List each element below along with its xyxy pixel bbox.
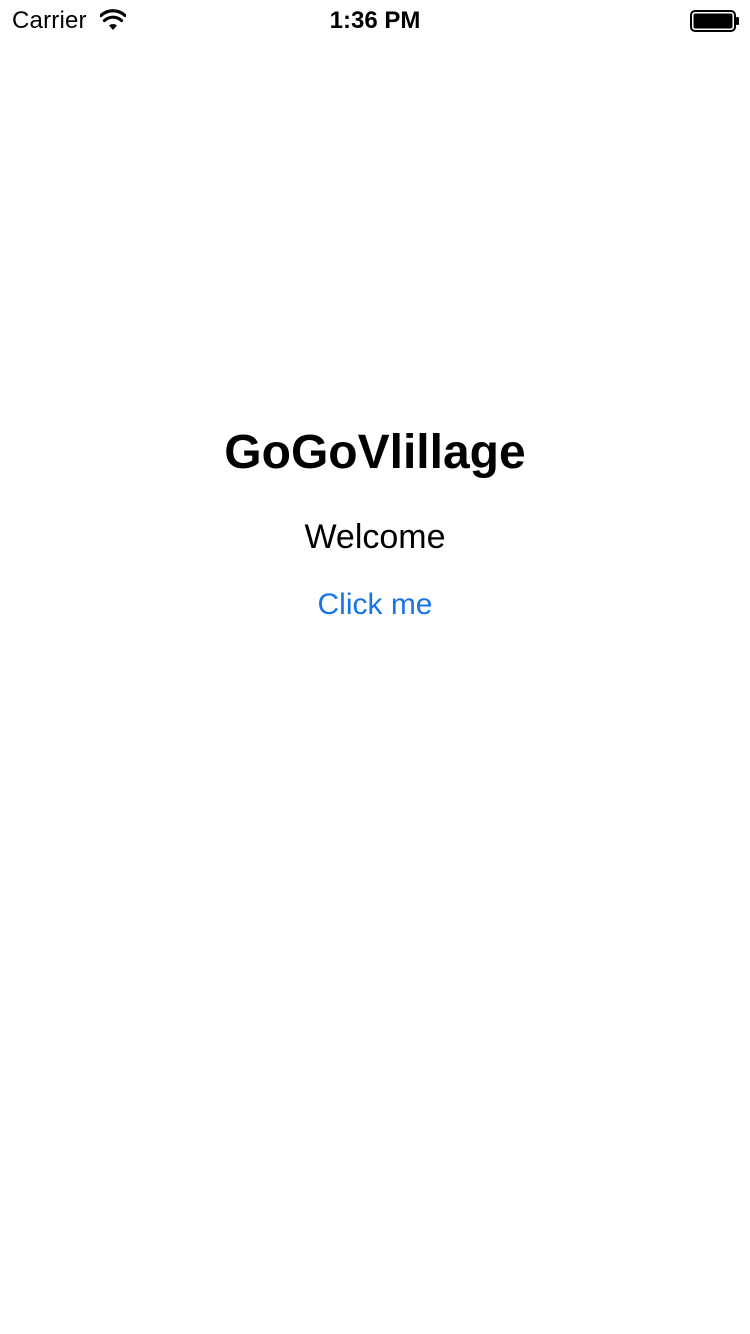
battery-icon — [690, 10, 739, 32]
status-bar: Carrier 1:36 PM — [0, 0, 750, 40]
status-time: 1:36 PM — [329, 7, 421, 34]
battery-fill — [693, 13, 733, 29]
welcome-label: Welcome — [304, 518, 446, 556]
click-me-button[interactable]: Click me — [295, 582, 455, 628]
app-title: GoGoVlillage — [224, 426, 526, 479]
